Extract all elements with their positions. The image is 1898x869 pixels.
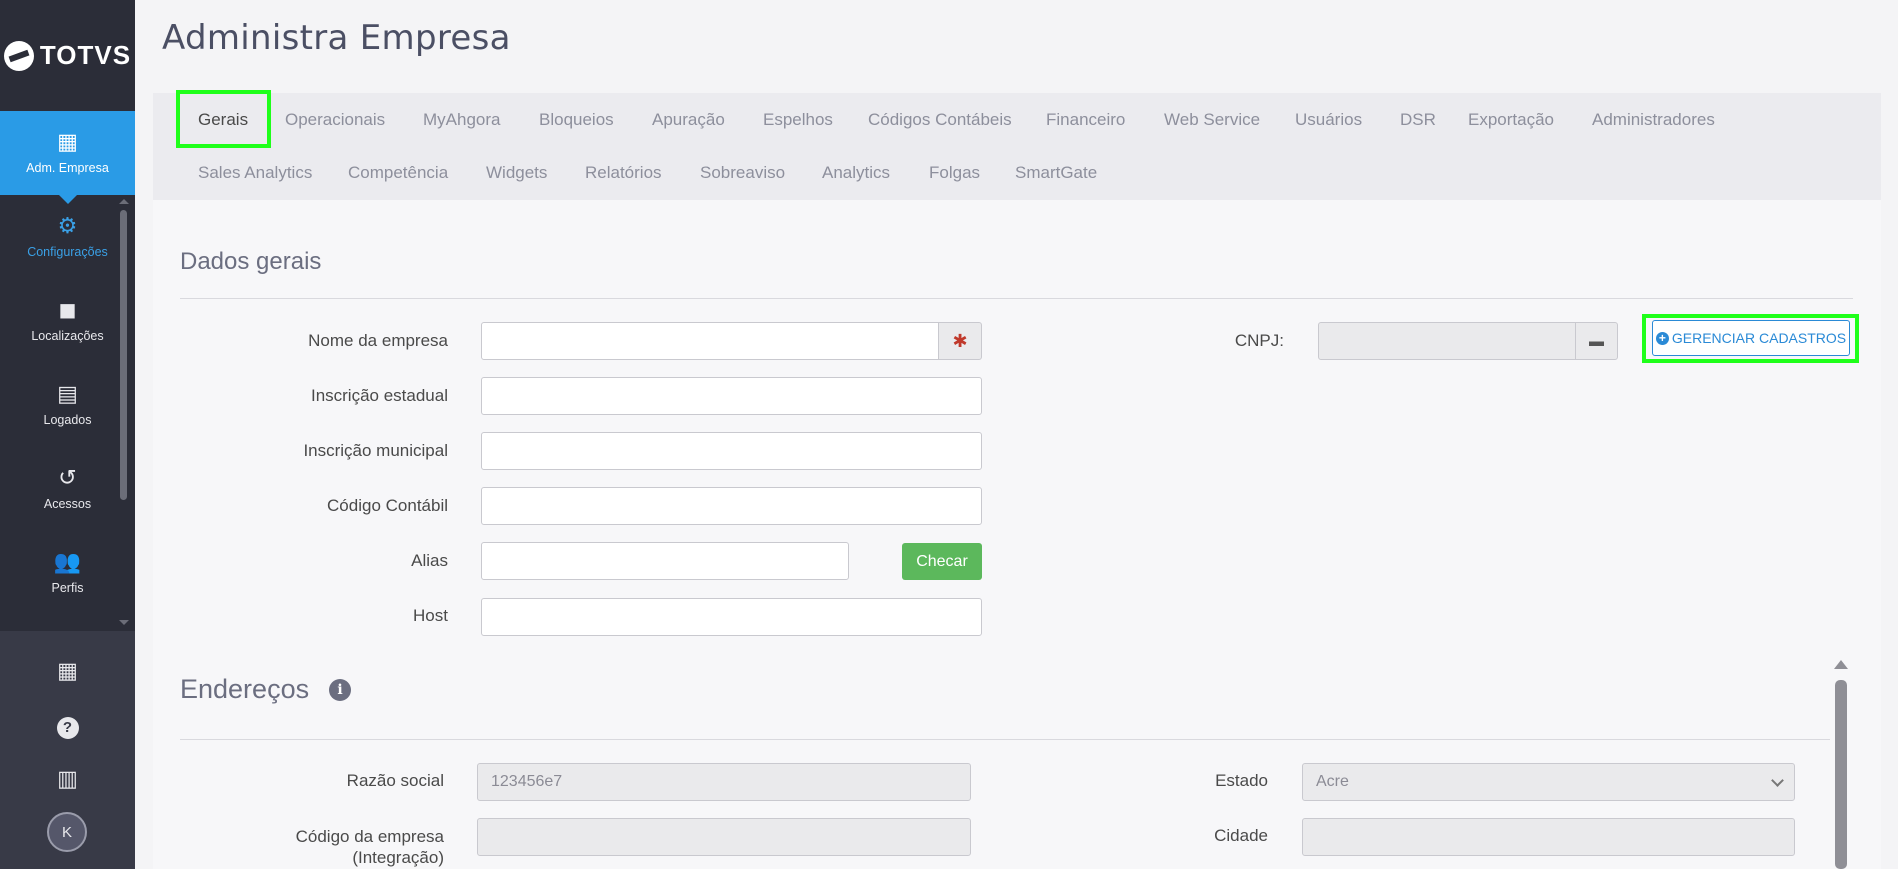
tab-relatorios[interactable]: Relatórios: [585, 163, 662, 183]
tag-icon: ◼: [58, 297, 77, 322]
inscricao-estadual-label: Inscrição estadual: [310, 386, 448, 405]
cnpj-label: CNPJ:: [1234, 331, 1284, 350]
estado-select[interactable]: Acre: [1302, 763, 1795, 801]
tab-usuarios[interactable]: Usuários: [1295, 110, 1362, 130]
dados-gerais-title: Dados gerais: [180, 248, 322, 275]
tab-sobreaviso[interactable]: Sobreaviso: [700, 163, 785, 183]
tab-espelhos[interactable]: Espelhos: [763, 110, 833, 130]
inscricao-municipal-input[interactable]: [481, 432, 982, 470]
sidebar-item-perfis[interactable]: 👥 Perfis: [0, 531, 135, 615]
tab-exportacao[interactable]: Exportação: [1468, 110, 1554, 130]
gerenciar-cadastros-highlight: [1642, 314, 1859, 363]
avatar-initial: K: [61, 823, 72, 841]
tab-administradores[interactable]: Administradores: [1592, 110, 1715, 130]
building-settings-icon: ▦: [57, 129, 78, 154]
tab-competencia[interactable]: Competência: [348, 163, 448, 183]
tab-operacionais[interactable]: Operacionais: [285, 110, 385, 130]
apps-grid-icon[interactable]: ▦: [0, 658, 135, 684]
id-card-icon: ▤: [57, 381, 78, 406]
checar-label: Checar: [916, 552, 968, 570]
gear-icon: ⚙: [57, 213, 78, 238]
tab-apuracao[interactable]: Apuração: [652, 110, 725, 130]
chevron-down-icon: [1771, 774, 1784, 787]
enderecos-title: Endereços: [180, 674, 310, 704]
tab-folgas[interactable]: Folgas: [929, 163, 980, 183]
host-input[interactable]: [481, 598, 982, 636]
tab-myahgora[interactable]: MyAhgora: [423, 110, 500, 130]
cidade-input[interactable]: [1302, 818, 1795, 856]
codigo-contabil-label: Código Contábil: [327, 496, 448, 515]
tab-dsr[interactable]: DSR: [1400, 110, 1436, 130]
cnpj-input[interactable]: [1318, 322, 1576, 360]
totvs-logo-mark-icon: [3, 40, 34, 71]
codigo-empresa-label-line1: Código da empresa: [295, 827, 444, 846]
totvs-logo[interactable]: TOTVS: [0, 0, 135, 111]
host-label: Host: [413, 606, 448, 625]
inscricao-estadual-input[interactable]: [481, 377, 982, 415]
scroll-up-icon[interactable]: [1834, 660, 1848, 669]
info-icon[interactable]: i: [329, 679, 351, 701]
tab-smartgate[interactable]: SmartGate: [1015, 163, 1097, 183]
codigo-contabil-input[interactable]: [481, 487, 982, 525]
sidebar-item-label: Localizações: [31, 329, 104, 343]
tab-codigos-contabeis[interactable]: Códigos Contábeis: [868, 110, 1012, 130]
codigo-empresa-input[interactable]: [477, 818, 971, 856]
sidebar-item-logados[interactable]: ▤ Logados: [0, 363, 135, 447]
codigo-empresa-label: Código da empresa (Integração): [296, 826, 444, 868]
alias-label: Alias: [411, 551, 448, 570]
sidebar-item-configuracoes[interactable]: ⚙ Configurações: [0, 195, 135, 279]
sidebar-item-label: Logados: [43, 413, 92, 427]
company-building-icon[interactable]: ▥: [0, 766, 135, 792]
enderecos-divider: [180, 739, 1830, 740]
history-icon: ↺: [58, 465, 77, 490]
dados-gerais-divider: [180, 298, 1853, 299]
codigo-empresa-label-line2: (Integração): [352, 848, 444, 867]
razao-social-label: Razão social: [346, 771, 444, 790]
checar-button[interactable]: Checar: [902, 543, 982, 580]
sidebar-scroll-down-icon[interactable]: [119, 620, 129, 625]
avatar[interactable]: K: [47, 812, 87, 852]
sidebar-item-label: Adm. Empresa: [26, 161, 109, 175]
nome-empresa-input[interactable]: [481, 322, 939, 360]
tab-analytics[interactable]: Analytics: [822, 163, 890, 183]
sidebar-item-adm-empresa[interactable]: ▦ Adm. Empresa: [0, 111, 135, 204]
tab-gerais-highlight: [176, 90, 271, 148]
estado-selected-value: Acre: [1316, 773, 1349, 790]
briefcase-icon[interactable]: ▬: [1575, 322, 1618, 360]
inscricao-municipal-label: Inscrição municipal: [303, 441, 448, 460]
sidebar-item-acessos[interactable]: ↺ Acessos: [0, 447, 135, 531]
tab-sales-analytics[interactable]: Sales Analytics: [198, 163, 312, 183]
alias-input[interactable]: [481, 542, 849, 580]
users-icon: 👥: [53, 549, 82, 574]
sidebar-item-label: Configurações: [27, 245, 108, 259]
tab-widgets[interactable]: Widgets: [486, 163, 547, 183]
sidebar-item-localizacoes[interactable]: ◼ Localizações: [0, 279, 135, 363]
logo-text: TOTVS: [39, 40, 132, 70]
required-mark: ✱: [952, 330, 968, 351]
help-icon[interactable]: ?: [0, 712, 135, 739]
required-asterisk-icon: ✱: [938, 322, 982, 360]
nome-empresa-label: Nome da empresa: [308, 331, 448, 350]
sidebar-scrollbar[interactable]: [120, 210, 127, 500]
sidebar-item-label: Acessos: [43, 497, 92, 511]
tab-financeiro[interactable]: Financeiro: [1046, 110, 1125, 130]
tab-web-service[interactable]: Web Service: [1164, 110, 1260, 130]
info-glyph: i: [337, 682, 343, 698]
page-title: Administra Empresa: [162, 18, 511, 58]
tab-bloqueios[interactable]: Bloqueios: [539, 110, 614, 130]
sidebar-item-label: Perfis: [51, 581, 84, 595]
cidade-label: Cidade: [1214, 826, 1268, 845]
content-scrollbar[interactable]: [1835, 680, 1847, 869]
sidebar-scroll-up-icon[interactable]: [119, 199, 129, 204]
razao-social-input[interactable]: [477, 763, 971, 801]
estado-label: Estado: [1215, 771, 1268, 790]
